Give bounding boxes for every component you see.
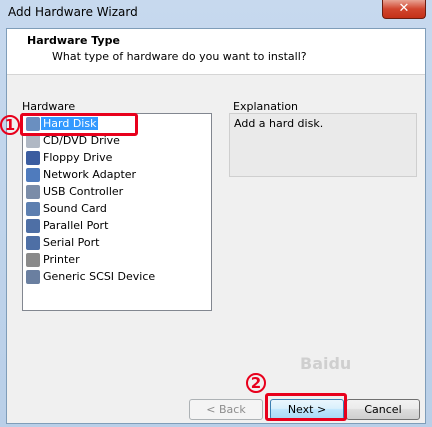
hardware-item[interactable]: Floppy Drive xyxy=(25,150,207,167)
hardware-item[interactable]: Sound Card xyxy=(25,201,207,218)
annotation-marker-2: 2 xyxy=(246,373,266,393)
hardware-item[interactable]: Generic SCSI Device xyxy=(25,269,207,286)
annotation-box-1 xyxy=(20,113,138,136)
watermark: Baidu xyxy=(300,354,352,373)
hardware-label: Hardware xyxy=(22,100,76,113)
hardware-item-label: Network Adapter xyxy=(43,168,137,181)
page-subtitle: What type of hardware do you want to ins… xyxy=(52,50,307,63)
window-title: Add Hardware Wizard xyxy=(8,5,138,19)
explanation-text: Add a hard disk. xyxy=(234,117,324,130)
hardware-item[interactable]: Parallel Port xyxy=(25,218,207,235)
explanation-label: Explanation xyxy=(233,100,299,113)
title-bar[interactable]: Add Hardware Wizard ✕ xyxy=(0,0,432,26)
network-icon xyxy=(26,168,40,182)
usb-icon xyxy=(26,185,40,199)
back-button[interactable]: < Back xyxy=(189,399,263,420)
printer-icon xyxy=(26,253,40,267)
sound-icon xyxy=(26,202,40,216)
hardware-item-label: Printer xyxy=(43,253,80,266)
hardware-item-label: Floppy Drive xyxy=(43,151,113,164)
annotation-marker-1: 1 xyxy=(0,115,20,135)
hardware-item[interactable]: USB Controller xyxy=(25,184,207,201)
close-button[interactable]: ✕ xyxy=(382,0,426,19)
parallel-port-icon xyxy=(26,219,40,233)
hardware-item[interactable]: Printer xyxy=(25,252,207,269)
hardware-item-label: Sound Card xyxy=(43,202,107,215)
cancel-button[interactable]: Cancel xyxy=(346,399,420,420)
wizard-client: Hardware Type What type of hardware do y… xyxy=(6,28,426,424)
annotation-box-2 xyxy=(265,393,347,421)
hardware-item-label: Serial Port xyxy=(43,236,100,249)
hardware-item[interactable]: Serial Port xyxy=(25,235,207,252)
hardware-item-label: USB Controller xyxy=(43,185,124,198)
serial-port-icon xyxy=(26,236,40,250)
hardware-list[interactable]: Hard Disk CD/DVD Drive Floppy Drive Network… xyxy=(22,113,212,311)
wizard-window: Add Hardware Wizard ✕ Hardware Type What… xyxy=(0,0,432,427)
hardware-item-label: Generic SCSI Device xyxy=(43,270,156,283)
floppy-icon xyxy=(26,151,40,165)
explanation-panel: Add a hard disk. xyxy=(229,113,417,177)
cd-dvd-icon xyxy=(26,134,40,148)
hardware-item-label: Parallel Port xyxy=(43,219,109,232)
scsi-icon xyxy=(26,270,40,284)
hardware-item[interactable]: Network Adapter xyxy=(25,167,207,184)
page-title: Hardware Type xyxy=(27,34,120,47)
wizard-header: Hardware Type What type of hardware do y… xyxy=(7,29,425,75)
